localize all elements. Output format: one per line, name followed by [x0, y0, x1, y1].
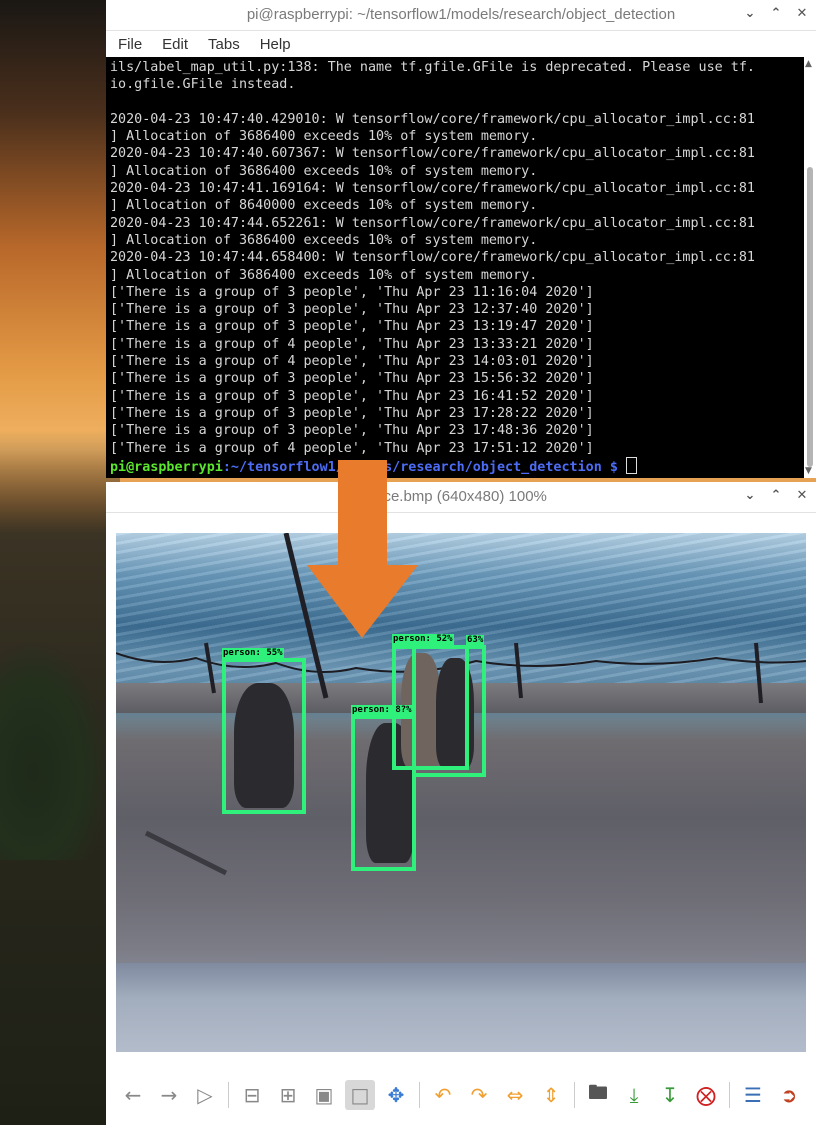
terminal-line: ​: [110, 94, 804, 111]
scroll-up-icon[interactable]: ▲: [805, 59, 812, 69]
detection-label: person: 55%: [222, 648, 284, 659]
terminal-line: 2020-04-23 10:47:40.607367: W tensorflow…: [110, 146, 755, 162]
terminal-line: ['There is a group of 3 people', 'Thu Ap…: [110, 371, 594, 387]
terminal-line: 2020-04-23 10:47:44.658400: W tensorflow…: [110, 250, 755, 266]
play-icon[interactable]: ▷: [190, 1080, 220, 1110]
terminal-line: ] Allocation of 3686400 exceeds 10% of s…: [110, 163, 538, 179]
terminal-line: io.gfile.GFile instead.: [110, 77, 296, 93]
terminal-line: 2020-04-23 10:47:40.429010: W tensorflow…: [110, 111, 755, 127]
flip-vertical-icon[interactable]: ⇕: [536, 1080, 566, 1110]
surveillance-photo: person: 55% person: 52% 63% person: 8?%: [116, 533, 806, 1052]
viewer-titlebar[interactable]: nce.bmp (640x480) 100% ⌄ ⌃ ✕: [106, 482, 816, 513]
viewer-canvas[interactable]: person: 55% person: 52% 63% person: 8?%: [106, 513, 816, 1073]
minimize-icon[interactable]: ⌄: [744, 488, 756, 503]
fullscreen-icon[interactable]: ✥: [381, 1080, 411, 1110]
terminal-line: ] Allocation of 3686400 exceeds 10% of s…: [110, 232, 538, 248]
detection-label: person: 8?%: [351, 705, 413, 716]
terminal-cursor: [625, 456, 637, 474]
delete-icon[interactable]: ⨂: [691, 1080, 721, 1110]
open-icon[interactable]: 🖿: [583, 1080, 613, 1110]
toolbar-separator: [419, 1082, 420, 1108]
maximize-icon[interactable]: ⌃: [770, 488, 782, 503]
terminal-line: 2020-04-23 10:47:41.169164: W tensorflow…: [110, 181, 755, 197]
minimize-icon[interactable]: ⌄: [744, 6, 756, 21]
terminal-title: pi@raspberrypi: ~/tensorflow1/models/res…: [246, 6, 676, 23]
terminal-line: ] Allocation of 3686400 exceeds 10% of s…: [110, 129, 538, 145]
toolbar-separator: [729, 1082, 730, 1108]
maximize-icon[interactable]: ⌃: [770, 6, 782, 21]
preferences-icon[interactable]: ☰: [738, 1080, 768, 1110]
detection-box: [222, 658, 306, 814]
zoom-in-icon[interactable]: ⊞: [273, 1080, 303, 1110]
terminal-line: 2020-04-23 10:47:44.652261: W tensorflow…: [110, 215, 755, 231]
menu-help[interactable]: Help: [260, 36, 291, 53]
viewer-window-controls: ⌄ ⌃ ✕: [744, 488, 808, 503]
terminal-titlebar[interactable]: pi@raspberrypi: ~/tensorflow1/models/res…: [106, 0, 816, 31]
zoom-100-icon[interactable]: □: [345, 1080, 375, 1110]
zoom-out-icon[interactable]: ⊟: [237, 1080, 267, 1110]
close-icon[interactable]: ✕: [796, 6, 808, 21]
terminal-menubar: File Edit Tabs Help: [106, 31, 816, 58]
terminal-line: ['There is a group of 3 people', 'Thu Ap…: [110, 423, 594, 439]
rotate-left-icon[interactable]: ↶: [428, 1080, 458, 1110]
annotation-arrow: [307, 460, 418, 638]
scrollbar-thumb[interactable]: [807, 167, 813, 467]
menu-file[interactable]: File: [118, 36, 142, 53]
terminal-line: ['There is a group of 3 people', 'Thu Ap…: [110, 302, 594, 318]
save-icon[interactable]: ⤓: [619, 1080, 649, 1110]
terminal-line: ils/label_map_util.py:138: The name tf.g…: [110, 60, 755, 75]
terminal-line: ['There is a group of 4 people', 'Thu Ap…: [110, 336, 594, 352]
viewer-title: nce.bmp (640x480) 100%: [375, 488, 547, 505]
zoom-fit-icon[interactable]: ▣: [309, 1080, 339, 1110]
terminal-line: ['There is a group of 3 people', 'Thu Ap…: [110, 319, 594, 335]
terminal-line: ] Allocation of 8640000 exceeds 10% of s…: [110, 198, 538, 214]
exit-icon[interactable]: ➲: [774, 1080, 804, 1110]
close-icon[interactable]: ✕: [796, 488, 808, 503]
terminal-prompt[interactable]: pi@raspberrypi:~/tensorflow1/models/rese…: [110, 456, 804, 476]
detection-box: [351, 715, 416, 871]
terminal-line: ['There is a group of 3 people', 'Thu Ap…: [110, 388, 594, 404]
prompt-path: :~/tensorflow1/models/research/object_de…: [222, 459, 626, 475]
rotate-right-icon[interactable]: ↷: [464, 1080, 494, 1110]
desktop-tree: [0, 640, 110, 860]
save-as-icon[interactable]: ↧: [655, 1080, 685, 1110]
back-icon[interactable]: ←: [118, 1080, 148, 1110]
image-viewer-window: nce.bmp (640x480) 100% ⌄ ⌃ ✕ person: 55%…: [106, 482, 816, 1125]
toolbar-separator: [228, 1082, 229, 1108]
terminal-line: ['There is a group of 3 people', 'Thu Ap…: [110, 405, 594, 421]
toolbar-separator: [574, 1082, 575, 1108]
menu-edit[interactable]: Edit: [162, 36, 188, 53]
flip-horizontal-icon[interactable]: ⇔: [500, 1080, 530, 1110]
terminal-line: ['There is a group of 4 people', 'Thu Ap…: [110, 354, 594, 370]
prompt-user: pi@raspberrypi: [110, 459, 223, 475]
terminal-line: ['There is a group of 3 people', 'Thu Ap…: [110, 284, 594, 300]
detection-label: 63%: [466, 635, 485, 646]
terminal-output[interactable]: ils/label_map_util.py:138: The name tf.g…: [106, 57, 804, 478]
terminal-window-controls: ⌄ ⌃ ✕: [744, 6, 808, 21]
foreground-ledge: [116, 963, 806, 1052]
terminal-line: ] Allocation of 3686400 exceeds 10% of s…: [110, 267, 538, 283]
menu-tabs[interactable]: Tabs: [208, 36, 240, 53]
viewer-toolbar: ← → ▷ ⊟ ⊞ ▣ □ ✥ ↶ ↷ ⇔ ⇕ 🖿 ⤓ ↧ ⨂ ☰ ➲: [106, 1074, 816, 1116]
scroll-down-icon[interactable]: ▼: [805, 466, 812, 476]
terminal-scrollbar[interactable]: ▲ ▼: [804, 57, 816, 478]
forward-icon[interactable]: →: [154, 1080, 184, 1110]
terminal-line: ['There is a group of 4 people', 'Thu Ap…: [110, 440, 594, 456]
terminal-window: pi@raspberrypi: ~/tensorflow1/models/res…: [106, 0, 816, 478]
detection-box: [412, 645, 486, 777]
